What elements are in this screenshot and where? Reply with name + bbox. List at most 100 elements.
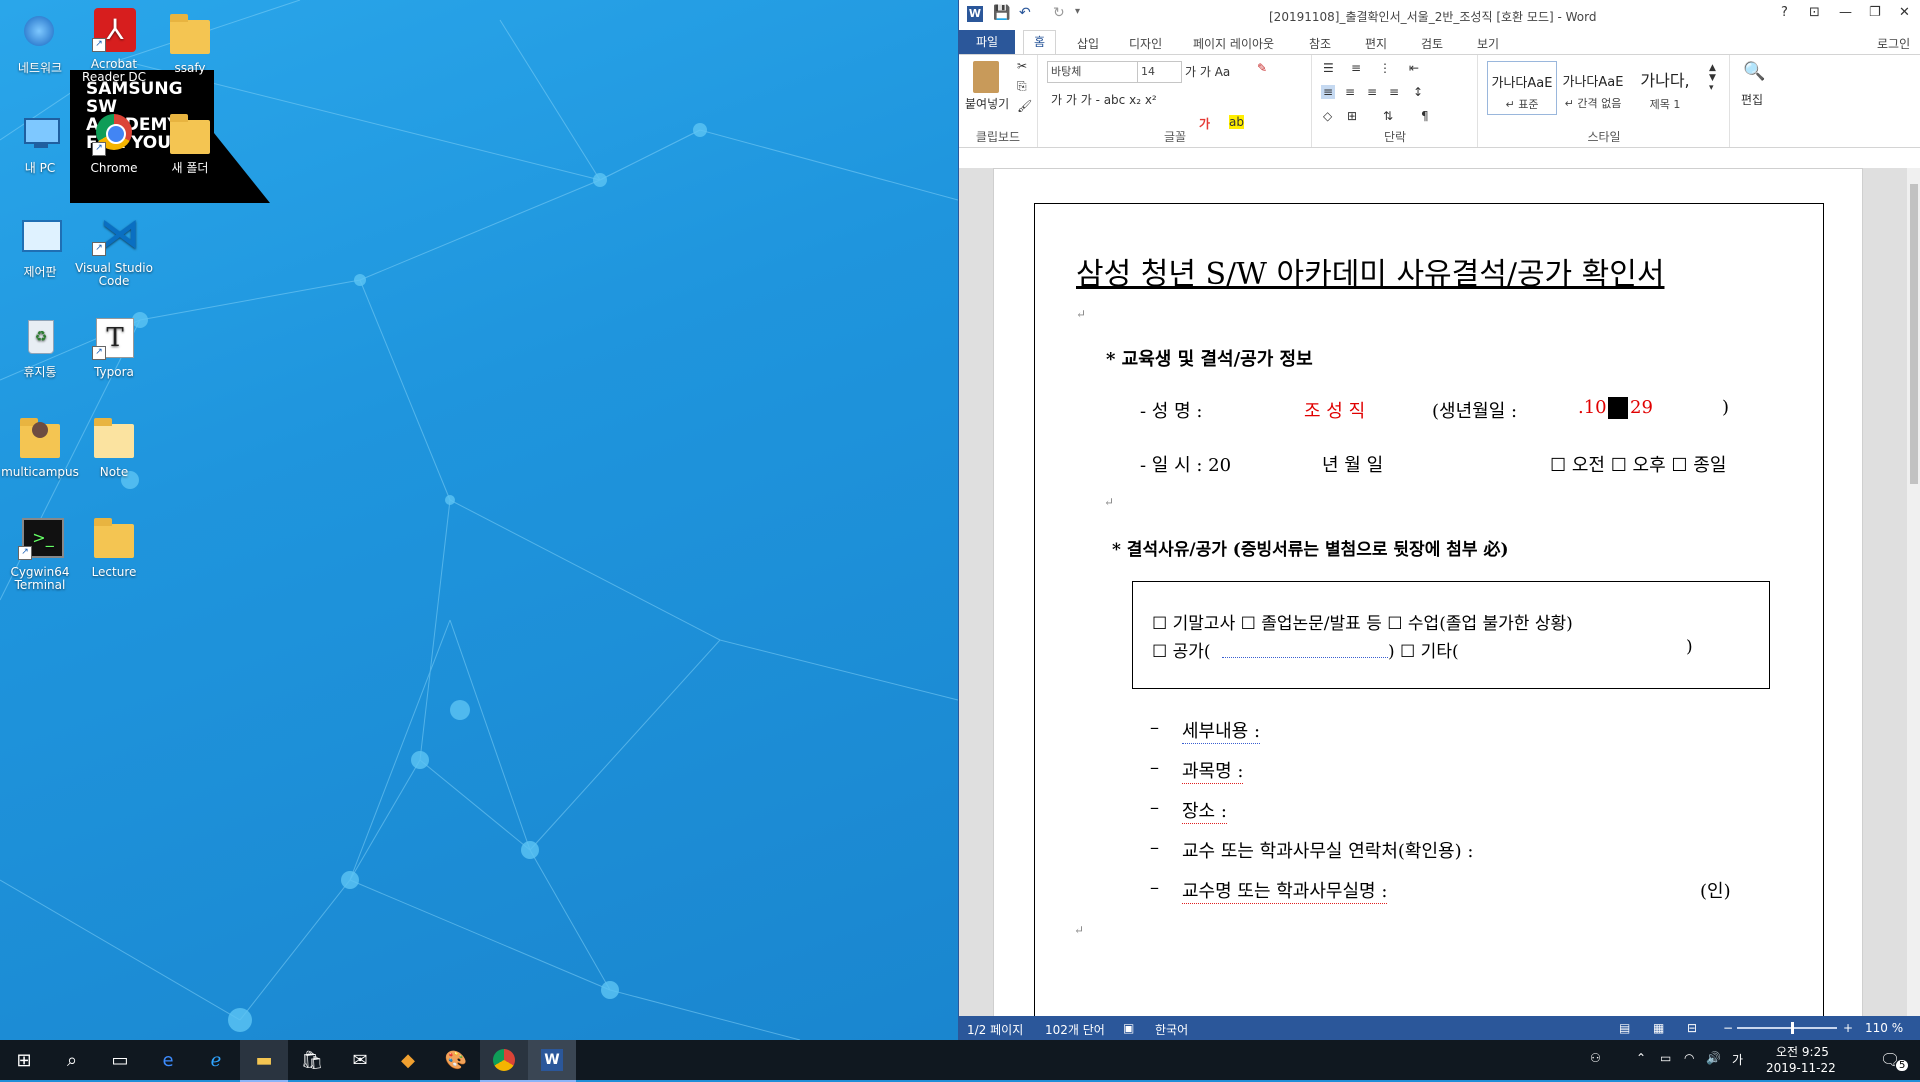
help-button[interactable]: ?: [1781, 5, 1788, 20]
close-button[interactable]: ✕: [1899, 5, 1910, 20]
desktop-icon-new-folder[interactable]: 새 폴더: [150, 110, 230, 175]
detail-item-professor[interactable]: 교수명 또는 학과사무실명 :: [1182, 877, 1388, 904]
tray-expand-icon[interactable]: ⌃: [1636, 1051, 1646, 1065]
ime-indicator[interactable]: 가: [1732, 1051, 1743, 1068]
tab-page-layout[interactable]: 페이지 레이아웃: [1193, 33, 1274, 54]
style-heading-1[interactable]: 가나다, 제목 1: [1631, 61, 1699, 113]
tab-file[interactable]: 파일: [959, 30, 1015, 54]
desktop-icon-typora[interactable]: T ↗ Typora: [74, 314, 154, 379]
align-left-icon[interactable]: ≡: [1321, 85, 1336, 99]
chrome-taskbar-icon[interactable]: [480, 1040, 528, 1082]
line-spacing-icon[interactable]: ↕: [1413, 85, 1423, 99]
doc-title[interactable]: 삼성 청년 S/W 아카데미 사유결석/공가 확인서: [1076, 249, 1664, 293]
editing-button[interactable]: 편집: [1741, 91, 1763, 108]
paint-icon[interactable]: 🎨: [432, 1040, 480, 1080]
edge-icon[interactable]: e: [144, 1040, 192, 1080]
task-view-icon[interactable]: ▭: [96, 1040, 144, 1080]
desktop-icon-vscode[interactable]: ⋊ ↗ Visual Studio Code: [74, 210, 154, 288]
file-explorer-icon[interactable]: ▬: [240, 1040, 288, 1082]
clock-time[interactable]: 오전 9:25: [1776, 1043, 1829, 1060]
tab-home[interactable]: 홈: [1023, 30, 1057, 57]
zoom-out-button[interactable]: −: [1723, 1021, 1733, 1035]
clock-date[interactable]: 2019-11-22: [1766, 1061, 1836, 1075]
desktop-icon-multicampus[interactable]: multicampus: [0, 414, 80, 479]
date-units[interactable]: 년 월 일: [1322, 451, 1383, 477]
find-icon[interactable]: 🔍: [1743, 61, 1765, 82]
store-icon[interactable]: 🛍: [288, 1040, 336, 1080]
maximize-button[interactable]: ❐: [1869, 5, 1881, 20]
reason-options-line2b[interactable]: ) ☐ 기타(: [1388, 637, 1459, 662]
style-no-spacing[interactable]: 가나다AaE ↵ 간격 없음: [1559, 61, 1627, 113]
seal-mark[interactable]: (인): [1700, 877, 1731, 903]
mail-icon[interactable]: ✉: [336, 1040, 384, 1080]
git-icon[interactable]: ◆: [384, 1040, 432, 1080]
section-2-heading[interactable]: * 결석사유/공가 (증빙서류는 별첨으로 뒷장에 첨부 必): [1112, 535, 1509, 560]
detail-item-contact[interactable]: 교수 또는 학과사무실 연락처(확인용) :: [1182, 837, 1473, 863]
redo-icon[interactable]: ↻: [1053, 5, 1065, 21]
font-size-combo[interactable]: 14: [1137, 61, 1182, 83]
align-right-icon[interactable]: ≡: [1367, 85, 1377, 99]
wifi-icon[interactable]: ◠: [1684, 1051, 1694, 1065]
desktop-icon-control-panel[interactable]: 제어판: [0, 214, 80, 279]
desktop-icon-network[interactable]: 네트워크: [0, 10, 80, 75]
styles-scroll-icon[interactable]: ▲ ▼ ▾: [1709, 63, 1716, 93]
detail-item-details[interactable]: 세부내용 :: [1182, 717, 1261, 744]
battery-icon[interactable]: ▭: [1660, 1051, 1671, 1065]
sign-in-link[interactable]: 로그인: [1877, 33, 1910, 54]
zoom-slider-thumb[interactable]: [1791, 1022, 1794, 1034]
date-options[interactable]: ☐ 오전 ☐ 오후 ☐ 종일: [1550, 451, 1726, 477]
search-icon[interactable]: ⌕: [48, 1040, 96, 1080]
date-label[interactable]: - 일 시 : 20: [1140, 451, 1231, 477]
web-layout-icon[interactable]: ⊟: [1687, 1021, 1697, 1035]
language-indicator[interactable]: 한국어: [1155, 1021, 1188, 1038]
clear-format-icon[interactable]: ✎: [1257, 61, 1267, 75]
birth-value-b[interactable]: 29: [1630, 397, 1653, 418]
desktop-icon-this-pc[interactable]: 내 PC: [0, 110, 80, 175]
birth-close[interactable]: ): [1722, 397, 1729, 418]
name-value[interactable]: 조 성 직: [1304, 397, 1365, 423]
print-layout-icon[interactable]: ▦: [1653, 1021, 1664, 1035]
tab-references[interactable]: 참조: [1309, 33, 1331, 54]
copy-icon[interactable]: ⎘: [1017, 79, 1027, 94]
document-area[interactable]: 삼성 청년 S/W 아카데미 사유결석/공가 확인서 ↵ * 교육생 및 결석/…: [959, 168, 1920, 1016]
desktop-icon-cygwin[interactable]: >_ ↗ Cygwin64 Terminal: [0, 514, 80, 592]
font-grow-shrink[interactable]: 가 가 Aa: [1185, 63, 1230, 80]
desktop-icon-ssafy[interactable]: ssafy: [150, 10, 230, 75]
document-page[interactable]: 삼성 청년 S/W 아카데미 사유결석/공가 확인서 ↵ * 교육생 및 결석/…: [993, 168, 1863, 1016]
reason-options-line2c[interactable]: ): [1686, 637, 1693, 657]
tab-review[interactable]: 검토: [1421, 33, 1443, 54]
tab-design[interactable]: 디자인: [1129, 33, 1162, 54]
numbering-icon[interactable]: ≡: [1351, 61, 1361, 75]
detail-item-place[interactable]: 장소 :: [1182, 797, 1227, 824]
desktop-icon-lecture[interactable]: Lecture: [74, 514, 154, 579]
birth-value-a[interactable]: .10: [1578, 397, 1607, 418]
name-label[interactable]: - 성 명 :: [1140, 397, 1202, 423]
tab-insert[interactable]: 삽입: [1077, 33, 1099, 54]
cut-icon[interactable]: ✂: [1017, 59, 1027, 73]
internet-explorer-icon[interactable]: ℯ: [192, 1040, 240, 1080]
bullets-icon[interactable]: ☰: [1323, 61, 1334, 75]
detail-item-course[interactable]: 과목명 :: [1182, 757, 1244, 784]
ribbon-display-icon[interactable]: ⊡: [1809, 5, 1820, 20]
desktop-icon-chrome[interactable]: ↗ Chrome: [74, 110, 154, 175]
tab-view[interactable]: 보기: [1477, 33, 1499, 54]
show-marks-icon[interactable]: ¶: [1421, 109, 1429, 123]
desktop-icon-note[interactable]: Note: [74, 414, 154, 479]
start-button[interactable]: ⊞: [0, 1040, 48, 1080]
section-1-heading[interactable]: * 교육생 및 결석/공가 정보: [1106, 345, 1313, 371]
desktop-icon-recycle-bin[interactable]: ♻ 휴지통: [0, 314, 80, 379]
volume-icon[interactable]: 🔊: [1706, 1051, 1721, 1065]
indent-icon[interactable]: ⇤: [1409, 61, 1419, 75]
birth-label[interactable]: (생년월일 :: [1432, 397, 1517, 423]
desktop-icon-acrobat[interactable]: ⅄ ↗ Acrobat Reader DC: [74, 6, 154, 84]
vertical-scrollbar[interactable]: [1907, 168, 1920, 1016]
reason-options-line2a[interactable]: ☐ 공가(: [1152, 637, 1211, 662]
sort-icon[interactable]: ⇅: [1383, 109, 1393, 123]
official-leave-blank[interactable]: [1222, 637, 1388, 658]
shading-icon[interactable]: ◇: [1323, 109, 1332, 123]
read-mode-icon[interactable]: ▤: [1619, 1021, 1630, 1035]
reason-options-line1[interactable]: ☐ 기말고사 ☐ 졸업논문/발표 등 ☐ 수업(졸업 불가한 상황): [1152, 609, 1573, 634]
highlight-icon[interactable]: ab: [1229, 115, 1244, 129]
word-count[interactable]: 102개 단어: [1045, 1021, 1105, 1038]
align-center-icon[interactable]: ≡: [1345, 85, 1355, 99]
